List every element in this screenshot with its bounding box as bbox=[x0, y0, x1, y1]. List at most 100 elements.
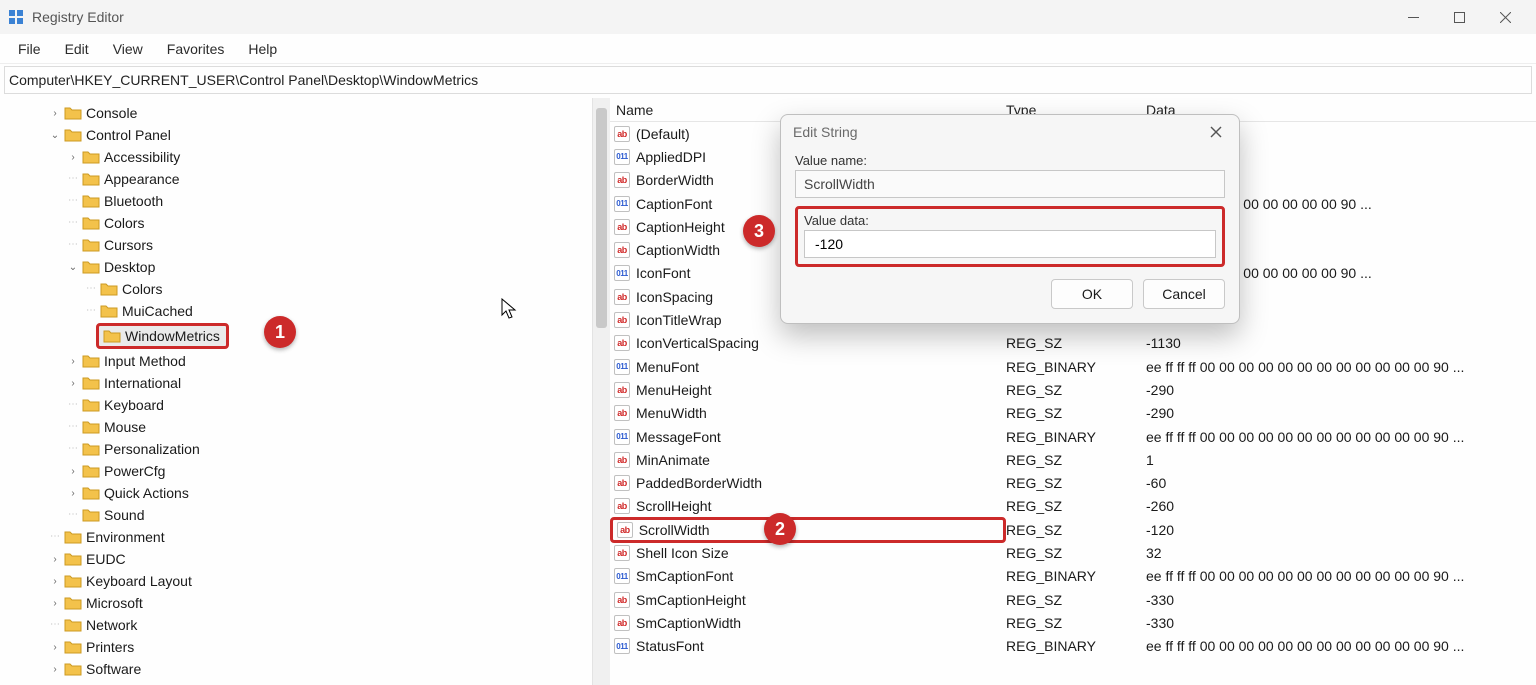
chevron-down-icon[interactable]: ⌄ bbox=[66, 262, 80, 273]
value-name-label: Value name: bbox=[795, 153, 1225, 168]
value-name-field[interactable]: ScrollWidth bbox=[795, 170, 1225, 198]
chevron-right-icon[interactable]: › bbox=[66, 356, 80, 367]
chevron-right-icon[interactable]: › bbox=[48, 642, 62, 653]
tree-node-quick-actions[interactable]: ›Quick Actions bbox=[6, 482, 610, 504]
menu-view[interactable]: View bbox=[103, 37, 153, 61]
value-name: PaddedBorderWidth bbox=[636, 475, 1004, 491]
menu-help[interactable]: Help bbox=[238, 37, 287, 61]
value-type: REG_SZ bbox=[1006, 545, 1146, 561]
cursor-icon bbox=[500, 298, 518, 323]
tree-node-personalization[interactable]: ⋯Personalization bbox=[6, 438, 610, 460]
value-row[interactable]: abShell Icon SizeREG_SZ32 bbox=[610, 541, 1536, 564]
tree-node-console[interactable]: ›Console bbox=[6, 102, 610, 124]
tree-node-accessibility[interactable]: ›Accessibility bbox=[6, 146, 610, 168]
tree-node-windowmetrics[interactable]: WindowMetrics bbox=[96, 323, 229, 349]
tree-node-input-method[interactable]: ›Input Method bbox=[6, 350, 610, 372]
folder-icon bbox=[82, 194, 100, 208]
value-row[interactable]: abMenuHeightREG_SZ-290 bbox=[610, 378, 1536, 401]
value-row[interactable]: 011SmCaptionFontREG_BINARYee ff ff ff 00… bbox=[610, 565, 1536, 588]
dialog-titlebar: Edit String bbox=[781, 115, 1239, 149]
value-row[interactable]: abMenuWidthREG_SZ-290 bbox=[610, 402, 1536, 425]
string-value-icon: ab bbox=[614, 335, 630, 351]
tree-guide-icon: ⋯ bbox=[66, 240, 80, 250]
tree-node-appearance[interactable]: ⋯Appearance bbox=[6, 168, 610, 190]
tree-scrollbar[interactable] bbox=[592, 98, 610, 685]
tree-node-desktop[interactable]: ⌄Desktop bbox=[6, 256, 610, 278]
value-type: REG_BINARY bbox=[1006, 359, 1146, 375]
menu-file[interactable]: File bbox=[8, 37, 51, 61]
chevron-right-icon[interactable]: › bbox=[48, 664, 62, 675]
chevron-right-icon[interactable]: › bbox=[48, 598, 62, 609]
tree-guide-icon: ⋯ bbox=[48, 620, 62, 630]
tree-node-eudc[interactable]: ›EUDC bbox=[6, 548, 610, 570]
string-value-icon: ab bbox=[614, 242, 630, 258]
value-row[interactable]: abMinAnimateREG_SZ1 bbox=[610, 448, 1536, 471]
value-row[interactable]: abScrollWidthREG_SZ-120 bbox=[610, 518, 1536, 541]
value-type: REG_SZ bbox=[1006, 405, 1146, 421]
folder-icon bbox=[82, 216, 100, 230]
tree-node-keyboard[interactable]: ⋯Keyboard bbox=[6, 394, 610, 416]
value-row[interactable]: 011StatusFontREG_BINARYee ff ff ff 00 00… bbox=[610, 635, 1536, 658]
tree-node-colors[interactable]: ⋯Colors bbox=[6, 212, 610, 234]
dialog-close-button[interactable] bbox=[1205, 121, 1227, 143]
folder-icon bbox=[82, 260, 100, 274]
tree-node-microsoft[interactable]: ›Microsoft bbox=[6, 592, 610, 614]
ok-button[interactable]: OK bbox=[1051, 279, 1133, 309]
address-bar[interactable]: Computer\HKEY_CURRENT_USER\Control Panel… bbox=[4, 66, 1532, 94]
tree-node-bluetooth[interactable]: ⋯Bluetooth bbox=[6, 190, 610, 212]
chevron-right-icon[interactable]: › bbox=[66, 466, 80, 477]
chevron-right-icon[interactable]: › bbox=[48, 554, 62, 565]
chevron-right-icon[interactable]: › bbox=[48, 576, 62, 587]
value-row[interactable]: abIconVerticalSpacingREG_SZ-1130 bbox=[610, 332, 1536, 355]
tree-node-control-panel[interactable]: ⌄Control Panel bbox=[6, 124, 610, 146]
tree-node-international[interactable]: ›International bbox=[6, 372, 610, 394]
string-value-icon: ab bbox=[614, 475, 630, 491]
tree-node-powercfg[interactable]: ›PowerCfg bbox=[6, 460, 610, 482]
tree-node-printers[interactable]: ›Printers bbox=[6, 636, 610, 658]
chevron-right-icon[interactable]: › bbox=[66, 152, 80, 163]
maximize-button[interactable] bbox=[1436, 0, 1482, 34]
folder-icon bbox=[82, 150, 100, 164]
tree-node-network[interactable]: ⋯Network bbox=[6, 614, 610, 636]
minimize-button[interactable] bbox=[1390, 0, 1436, 34]
tree-node-keyboard-layout[interactable]: ›Keyboard Layout bbox=[6, 570, 610, 592]
chevron-right-icon[interactable]: › bbox=[66, 378, 80, 389]
tree-node-muicached[interactable]: ⋯MuiCached bbox=[6, 300, 610, 322]
tree-node-sound[interactable]: ⋯Sound bbox=[6, 504, 610, 526]
tree-node-desktop-colors[interactable]: ⋯Colors bbox=[6, 278, 610, 300]
value-row[interactable]: 011MessageFontREG_BINARYee ff ff ff 00 0… bbox=[610, 425, 1536, 448]
tree-node-mouse[interactable]: ⋯Mouse bbox=[6, 416, 610, 438]
string-value-icon: ab bbox=[614, 382, 630, 398]
chevron-right-icon[interactable]: › bbox=[66, 488, 80, 499]
value-name: SmCaptionWidth bbox=[636, 615, 1004, 631]
window-title: Registry Editor bbox=[32, 9, 124, 25]
value-data-input[interactable] bbox=[813, 231, 1207, 257]
value-row[interactable]: abPaddedBorderWidthREG_SZ-60 bbox=[610, 471, 1536, 494]
scrollbar-thumb[interactable] bbox=[596, 108, 607, 328]
address-text: Computer\HKEY_CURRENT_USER\Control Panel… bbox=[9, 72, 478, 88]
cancel-button[interactable]: Cancel bbox=[1143, 279, 1225, 309]
tree-node-environment[interactable]: ⋯Environment bbox=[6, 526, 610, 548]
tree-guide-icon: ⋯ bbox=[66, 218, 80, 228]
tree-node-cursors[interactable]: ⋯Cursors bbox=[6, 234, 610, 256]
string-value-icon: ab bbox=[614, 545, 630, 561]
value-name: SmCaptionHeight bbox=[636, 592, 1004, 608]
value-row[interactable]: abSmCaptionWidthREG_SZ-330 bbox=[610, 611, 1536, 634]
value-row[interactable]: abScrollHeightREG_SZ-260 bbox=[610, 495, 1536, 518]
registry-tree[interactable]: ›Console ⌄Control Panel ›Accessibility ⋯… bbox=[0, 98, 610, 685]
value-row[interactable]: abSmCaptionHeightREG_SZ-330 bbox=[610, 588, 1536, 611]
chevron-right-icon[interactable]: › bbox=[48, 108, 62, 119]
tree-node-software[interactable]: ›Software bbox=[6, 658, 610, 680]
value-data-field[interactable] bbox=[804, 230, 1216, 258]
edit-string-dialog: Edit String Value name: ScrollWidth Valu… bbox=[780, 114, 1240, 324]
tree-guide-icon: ⋯ bbox=[66, 510, 80, 520]
tree-node-system[interactable]: ›System bbox=[6, 680, 610, 685]
close-button[interactable] bbox=[1482, 0, 1528, 34]
menu-favorites[interactable]: Favorites bbox=[157, 37, 235, 61]
value-type: REG_SZ bbox=[1006, 498, 1146, 514]
menubar: File Edit View Favorites Help bbox=[0, 34, 1536, 64]
value-row[interactable]: 011MenuFontREG_BINARYee ff ff ff 00 00 0… bbox=[610, 355, 1536, 378]
chevron-down-icon[interactable]: ⌄ bbox=[48, 130, 62, 141]
value-name: StatusFont bbox=[636, 638, 1004, 654]
menu-edit[interactable]: Edit bbox=[55, 37, 99, 61]
